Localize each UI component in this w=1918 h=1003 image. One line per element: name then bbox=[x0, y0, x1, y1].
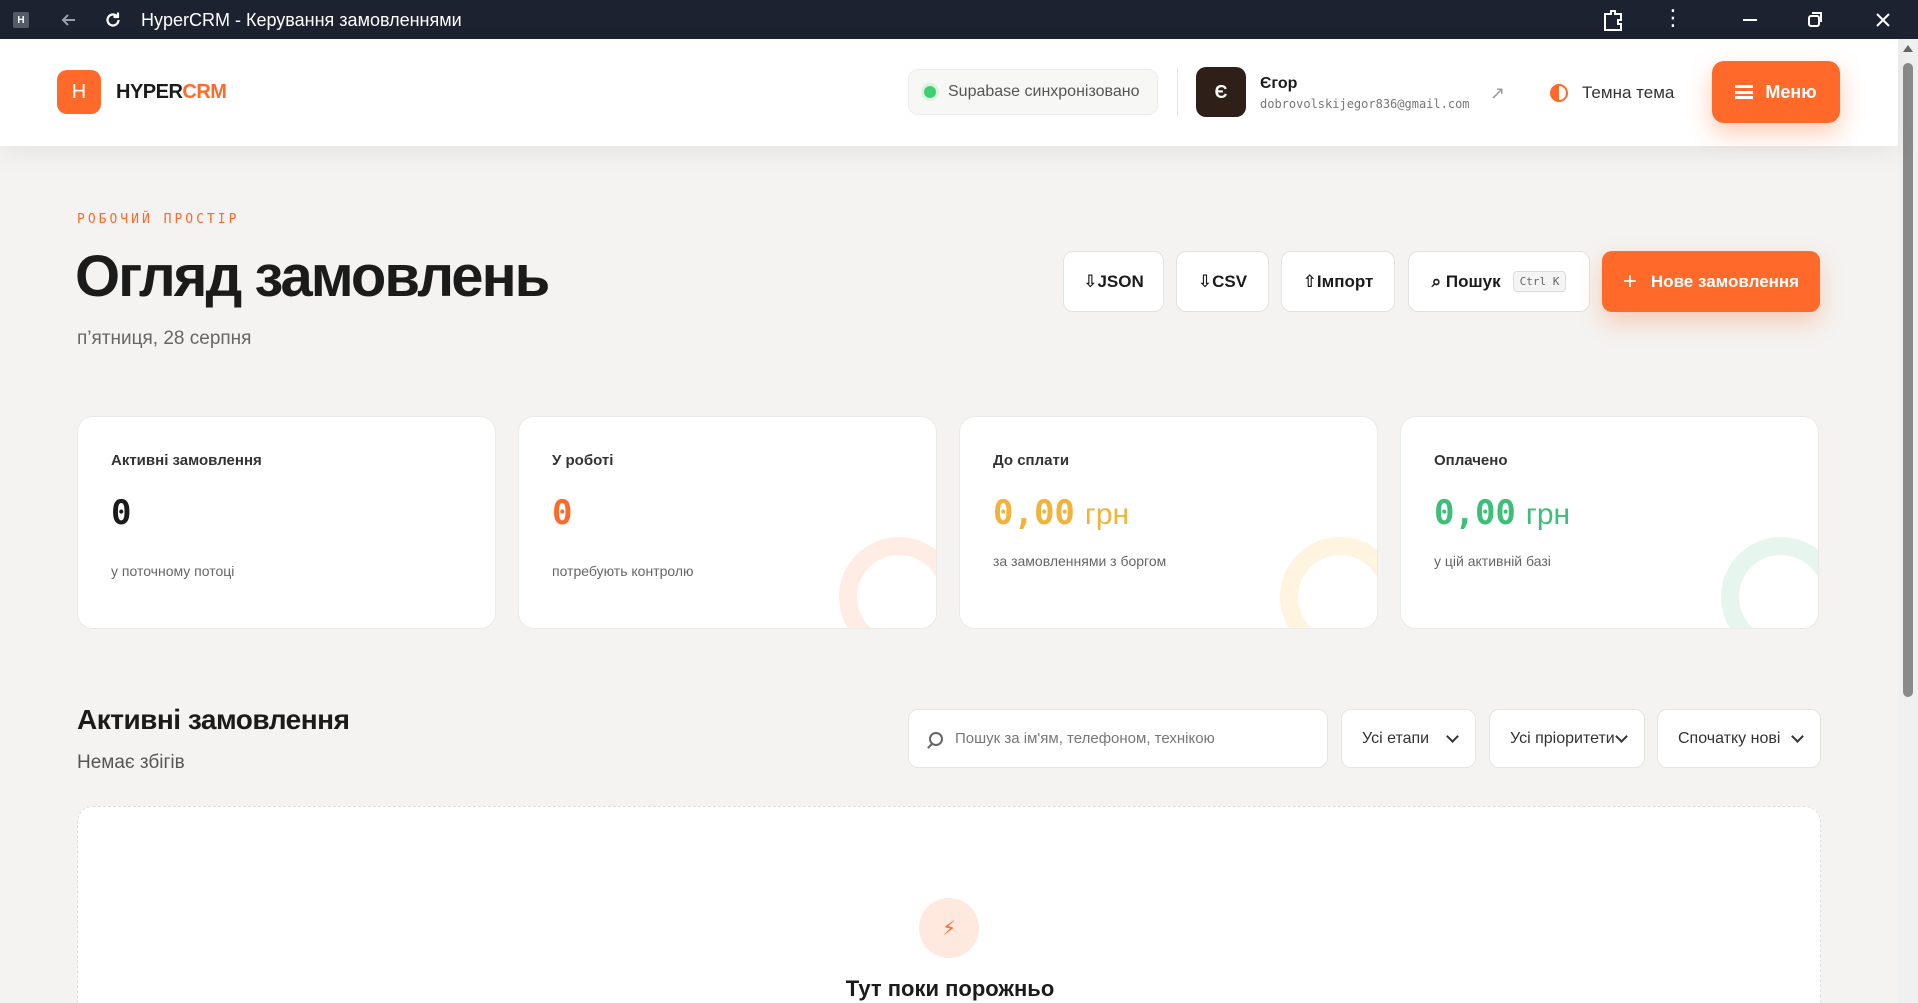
restore-window-icon[interactable] bbox=[1800, 6, 1830, 34]
stage-filter-select[interactable]: Усі етапи bbox=[1341, 709, 1476, 768]
chevron-down-icon bbox=[1615, 729, 1628, 743]
new-order-button[interactable]: + Нове замовлення bbox=[1602, 251, 1820, 312]
decorative-ring-icon bbox=[839, 537, 936, 628]
search-input[interactable] bbox=[955, 730, 1315, 747]
hamburger-icon bbox=[1735, 85, 1754, 99]
stat-value-number: 0 bbox=[552, 493, 573, 533]
stat-label: Активні замовлення bbox=[111, 452, 262, 469]
stat-caption: потребують контролю bbox=[552, 563, 694, 579]
stat-caption: у поточному потоці bbox=[111, 563, 235, 579]
browser-titlebar: H HyperCRM - Керування замовленнями ⋮ bbox=[0, 0, 1918, 39]
plus-icon: + bbox=[1622, 267, 1637, 295]
stat-caption: за замовленнями з боргом bbox=[993, 553, 1167, 569]
export-json-button[interactable]: ⇩JSON bbox=[1063, 251, 1164, 312]
chevron-down-icon bbox=[1446, 729, 1459, 743]
half-circle-theme-icon bbox=[1550, 84, 1568, 102]
sync-status-dot-icon bbox=[924, 86, 936, 98]
back-arrow-icon[interactable] bbox=[56, 7, 82, 33]
new-order-label: Нове замовлення bbox=[1650, 271, 1800, 291]
decorative-ring-icon bbox=[1721, 537, 1818, 628]
stat-value-number: 0,00 bbox=[1434, 493, 1516, 533]
section-title: Активні замовлення bbox=[77, 704, 350, 735]
logo-mark[interactable]: H bbox=[57, 70, 101, 114]
extensions-icon[interactable] bbox=[1600, 8, 1626, 32]
stage-filter-value: Усі етапи bbox=[1362, 729, 1430, 747]
external-link-icon[interactable]: ↗ bbox=[1490, 83, 1505, 104]
search-icon bbox=[929, 731, 943, 746]
menu-button[interactable]: Меню bbox=[1712, 61, 1840, 123]
avatar[interactable]: Є bbox=[1196, 67, 1246, 117]
stat-value: 0 bbox=[552, 493, 572, 533]
priority-filter-select[interactable]: Усі пріоритети bbox=[1489, 709, 1645, 768]
workspace-kicker: РОБОЧИЙ ПРОСТІР bbox=[77, 212, 240, 227]
stat-card-in-progress: У роботі 0 потребують контролю bbox=[518, 416, 937, 629]
current-date: п’ятниця, 28 серпня bbox=[77, 328, 252, 349]
chevron-down-icon bbox=[1791, 729, 1804, 743]
stat-card-active-orders: Активні замовлення 0 у поточному потоці bbox=[77, 416, 496, 629]
minimize-icon[interactable] bbox=[1735, 6, 1765, 34]
import-button[interactable]: ⇧Імпорт bbox=[1281, 251, 1395, 312]
decorative-ring-icon bbox=[1280, 537, 1377, 628]
stat-value: 0,00 грн bbox=[1434, 493, 1570, 533]
stat-card-to-pay: До сплати 0,00 грн за замовленнями з борг… bbox=[959, 416, 1378, 629]
user-name: Єгор bbox=[1260, 75, 1298, 92]
tab-title: HyperCRM - Керування замовленнями bbox=[141, 10, 462, 30]
favicon-icon: H bbox=[13, 12, 29, 28]
app-header: H HYPERCRM Supabase синхронізовано Є Єго… bbox=[0, 39, 1898, 146]
sync-status-badge: Supabase синхронізовано bbox=[908, 69, 1158, 115]
logo-text-crm: CRM bbox=[182, 81, 227, 103]
stat-label: До сплати bbox=[993, 452, 1070, 469]
logo-text[interactable]: HYPERCRM bbox=[116, 81, 227, 104]
user-email: dobrovolskijegor836@gmail.com bbox=[1260, 97, 1470, 111]
sync-status-label: Supabase синхронізовано bbox=[948, 83, 1140, 100]
menu-button-label: Меню bbox=[1765, 81, 1817, 102]
page-title: Огляд замовлень bbox=[75, 244, 550, 309]
search-button[interactable]: ⌕ Пошук Ctrl K bbox=[1408, 251, 1590, 312]
sort-value: Спочатку нові bbox=[1678, 729, 1781, 747]
scroll-up-icon[interactable] bbox=[1903, 45, 1913, 52]
stat-card-paid: Оплачено 0,00 грн у цій активній базі bbox=[1400, 416, 1819, 629]
lightning-icon: ⚡ bbox=[919, 898, 979, 958]
header-divider bbox=[1177, 67, 1178, 117]
search-shortcut-badge: Ctrl K bbox=[1512, 271, 1567, 292]
orders-search-field[interactable] bbox=[908, 709, 1328, 768]
stat-unit: грн bbox=[1525, 498, 1571, 531]
stat-label: Оплачено bbox=[1434, 452, 1508, 469]
stat-label: У роботі bbox=[552, 452, 614, 469]
export-csv-button[interactable]: ⇩CSV bbox=[1176, 251, 1269, 312]
stat-unit: грн bbox=[1084, 498, 1130, 531]
stat-value-number: 0,00 bbox=[993, 493, 1075, 533]
stat-value: 0 bbox=[111, 493, 131, 533]
more-options-icon[interactable]: ⋮ bbox=[1660, 7, 1686, 32]
page-scrollbar[interactable] bbox=[1898, 39, 1918, 1003]
empty-state-text: Тут поки порожньо bbox=[845, 976, 1055, 1001]
empty-state-panel: ⚡ Тут поки порожньо bbox=[77, 806, 1821, 1003]
stat-value-number: 0 bbox=[111, 493, 132, 533]
sort-select[interactable]: Спочатку нові bbox=[1657, 709, 1821, 768]
theme-toggle-button[interactable]: Темна тема bbox=[1550, 83, 1674, 103]
stat-caption: у цій активній базі bbox=[1434, 553, 1551, 569]
stat-value: 0,00 грн bbox=[993, 493, 1129, 533]
priority-filter-value: Усі пріоритети bbox=[1510, 729, 1615, 747]
reload-icon[interactable] bbox=[100, 7, 126, 33]
scrollbar-thumb[interactable] bbox=[1903, 63, 1913, 697]
theme-toggle-label: Темна тема bbox=[1582, 83, 1675, 102]
close-window-icon[interactable] bbox=[1868, 6, 1898, 34]
section-subtitle: Немає збігів bbox=[77, 752, 185, 773]
search-button-label: ⌕ Пошук bbox=[1431, 271, 1501, 291]
logo-text-hyper: HYPER bbox=[116, 81, 183, 103]
